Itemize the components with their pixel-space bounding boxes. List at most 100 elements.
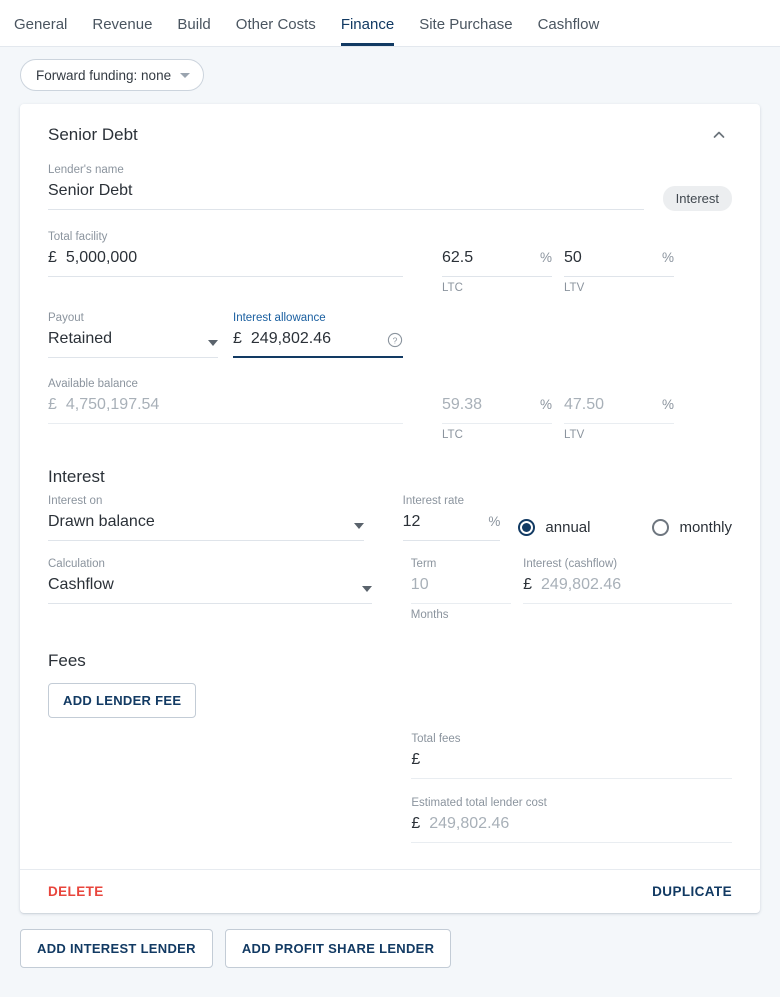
card-title: Senior Debt	[48, 125, 138, 145]
total-facility-control[interactable]: £ 5,000,000	[48, 249, 403, 277]
calculation-field[interactable]: Calculation Cashflow	[48, 558, 372, 604]
calculation-control[interactable]: Cashflow	[48, 576, 372, 604]
payout-value[interactable]: Retained	[48, 330, 198, 348]
total-facility-ltc-hint: LTC	[442, 282, 552, 294]
interest-cashflow-control: £ 249,802.46	[523, 576, 732, 604]
lender-type-tag[interactable]: Interest	[663, 186, 732, 211]
percent-suffix: %	[662, 250, 674, 265]
total-facility-ltv-control[interactable]: 50 %	[564, 249, 674, 277]
interest-allowance-value[interactable]: 249,802.46	[251, 330, 381, 348]
tab-finance[interactable]: Finance	[341, 17, 394, 46]
fees-section-title: Fees	[48, 651, 732, 671]
currency-symbol: £	[411, 751, 420, 769]
payout-control[interactable]: Retained	[48, 330, 218, 358]
tab-revenue[interactable]: Revenue	[92, 17, 152, 46]
available-balance-ltv-field: 47.50 % LTV	[564, 378, 674, 441]
available-balance-ltv-value: 47.50	[564, 396, 654, 414]
chevron-down-icon	[208, 340, 218, 346]
chevron-up-icon[interactable]	[706, 122, 732, 148]
total-facility-ltc-field[interactable]: 62.5 % LTC	[442, 231, 552, 294]
tab-bar: General Revenue Build Other Costs Financ…	[0, 0, 780, 47]
filter-bar: Forward funding: none	[0, 47, 780, 91]
available-balance-ltc-field: 59.38 % LTC	[442, 378, 552, 441]
total-facility-ltc-control[interactable]: 62.5 %	[442, 249, 552, 277]
interest-period-radio-group: annual monthly	[518, 495, 732, 541]
interest-rate-field[interactable]: Interest rate 12 %	[403, 495, 501, 541]
available-balance-control: £ 4,750,197.54	[48, 396, 403, 424]
interest-on-row: Interest on Drawn balance Interest rate …	[48, 495, 732, 541]
total-fees-field: Total fees £	[411, 733, 732, 779]
card-footer: DELETE DUPLICATE	[20, 869, 760, 913]
lender-name-field[interactable]: Lender's name Senior Debt	[48, 164, 644, 210]
add-lender-fee-row: ADD LENDER FEE	[48, 683, 732, 718]
total-facility-ltv-value[interactable]: 50	[564, 249, 654, 267]
estimated-total-control: £ 249,802.46	[411, 815, 732, 843]
lender-name-value[interactable]: Senior Debt	[48, 182, 644, 200]
interest-allowance-field[interactable]: Interest allowance £ 249,802.46 ?	[233, 312, 403, 358]
radio-monthly-indicator	[652, 519, 669, 536]
duplicate-button[interactable]: DUPLICATE	[652, 884, 732, 899]
available-balance-ltv-hint: LTV	[564, 429, 674, 441]
term-hint: Months	[411, 609, 511, 621]
bottom-action-bar: ADD INTEREST LENDER ADD PROFIT SHARE LEN…	[0, 913, 780, 968]
tab-build[interactable]: Build	[177, 17, 210, 46]
percent-suffix: %	[540, 250, 552, 265]
payout-row: Payout Retained Interest allowance £ 249…	[48, 312, 732, 358]
payout-label: Payout	[48, 312, 84, 324]
available-balance-label: Available balance	[48, 378, 138, 390]
payout-field[interactable]: Payout Retained	[48, 312, 218, 358]
interest-on-value[interactable]: Drawn balance	[48, 513, 344, 531]
interest-rate-control[interactable]: 12 %	[403, 513, 501, 541]
tab-cashflow[interactable]: Cashflow	[538, 17, 600, 46]
chevron-down-icon	[180, 73, 190, 78]
forward-funding-dropdown[interactable]: Forward funding: none	[20, 59, 204, 91]
interest-rate-value[interactable]: 12	[403, 513, 481, 531]
add-profit-share-lender-button[interactable]: ADD PROFIT SHARE LENDER	[225, 929, 452, 968]
percent-suffix: %	[662, 397, 674, 412]
total-facility-row: Total facility £ 5,000,000 62.5 % LTC 50…	[48, 231, 732, 294]
interest-allowance-control[interactable]: £ 249,802.46 ?	[233, 330, 403, 358]
estimated-total-row: Estimated total lender cost £ 249,802.46	[48, 797, 732, 843]
card-body: Senior Debt Lender's name Senior Debt In…	[20, 104, 760, 869]
total-facility-field[interactable]: Total facility £ 5,000,000	[48, 231, 403, 277]
available-balance-field: Available balance £ 4,750,197.54	[48, 378, 403, 424]
total-fees-control: £	[411, 751, 732, 779]
interest-cashflow-label: Interest (cashflow)	[523, 558, 617, 570]
lender-name-control[interactable]: Senior Debt	[48, 182, 644, 210]
term-value: 10	[411, 576, 511, 594]
help-circle-icon[interactable]: ?	[387, 332, 403, 353]
radio-monthly-label: monthly	[679, 519, 732, 536]
delete-button[interactable]: DELETE	[48, 884, 104, 899]
interest-on-field[interactable]: Interest on Drawn balance	[48, 495, 364, 541]
total-facility-label: Total facility	[48, 231, 107, 243]
currency-symbol: £	[411, 815, 420, 833]
senior-debt-card: Senior Debt Lender's name Senior Debt In…	[20, 104, 760, 913]
interest-on-label: Interest on	[48, 495, 102, 507]
lender-name-row: Lender's name Senior Debt Interest	[48, 164, 732, 211]
add-lender-fee-button[interactable]: ADD LENDER FEE	[48, 683, 196, 718]
estimated-total-label: Estimated total lender cost	[411, 797, 547, 809]
term-control: 10	[411, 576, 511, 604]
total-facility-ltv-field[interactable]: 50 % LTV	[564, 231, 674, 294]
interest-on-control[interactable]: Drawn balance	[48, 513, 364, 541]
card-header: Senior Debt	[48, 122, 732, 154]
add-interest-lender-button[interactable]: ADD INTEREST LENDER	[20, 929, 213, 968]
percent-suffix: %	[540, 397, 552, 412]
total-facility-ltc-value[interactable]: 62.5	[442, 249, 532, 267]
total-fees-row: Total fees £	[48, 733, 732, 779]
interest-cashflow-field: Interest (cashflow) £ 249,802.46	[523, 558, 732, 604]
available-balance-ltc-value: 59.38	[442, 396, 532, 414]
estimated-total-field: Estimated total lender cost £ 249,802.46	[411, 797, 732, 843]
chevron-down-icon	[362, 586, 372, 592]
tab-general[interactable]: General	[14, 17, 67, 46]
forward-funding-label: Forward funding: none	[36, 68, 171, 83]
radio-annual[interactable]: annual	[518, 513, 590, 541]
radio-annual-indicator	[518, 519, 535, 536]
radio-monthly[interactable]: monthly	[652, 513, 732, 541]
calculation-value[interactable]: Cashflow	[48, 576, 352, 594]
interest-allowance-label: Interest allowance	[233, 312, 326, 324]
tab-site-purchase[interactable]: Site Purchase	[419, 17, 512, 46]
available-balance-row: Available balance £ 4,750,197.54 59.38 %…	[48, 378, 732, 441]
total-facility-value[interactable]: 5,000,000	[66, 249, 403, 267]
tab-other-costs[interactable]: Other Costs	[236, 17, 316, 46]
